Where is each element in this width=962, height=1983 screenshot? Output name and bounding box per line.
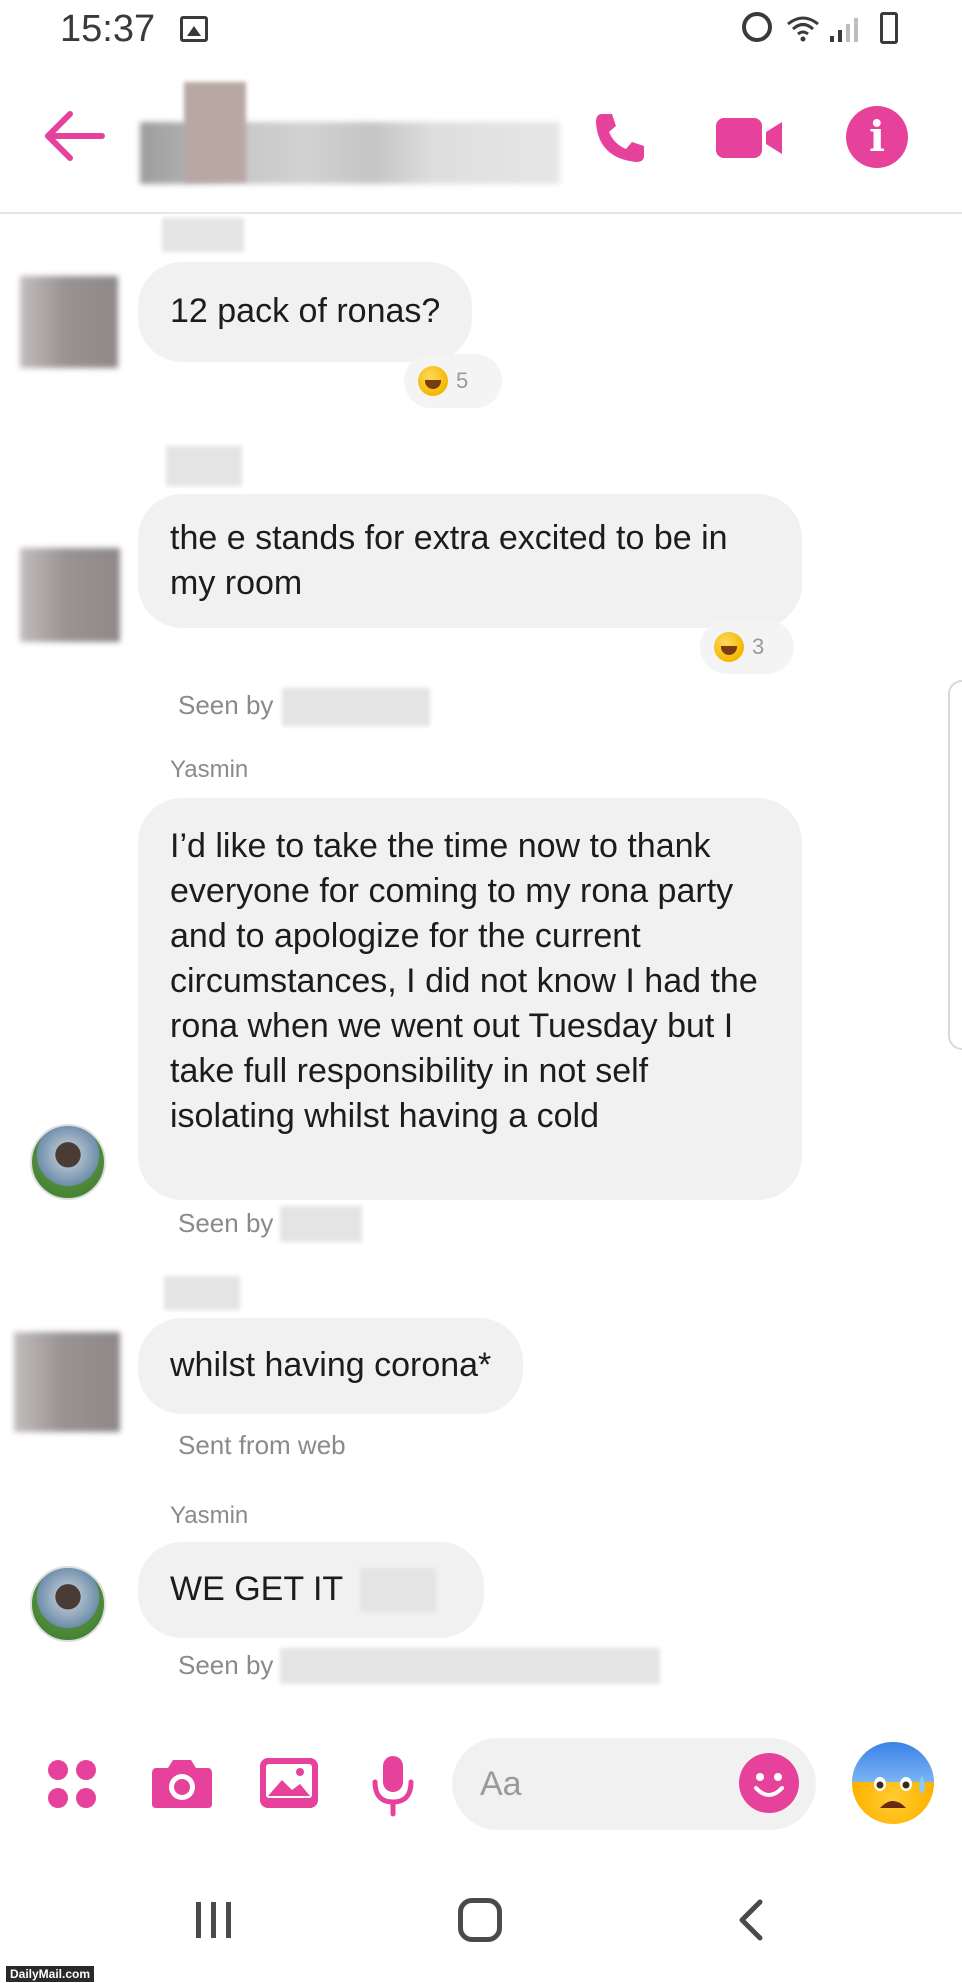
back-arrow-icon[interactable]	[40, 108, 108, 164]
reaction-count: 5	[456, 368, 469, 393]
message-bubble[interactable]: the e stands for extra excited to be in …	[138, 494, 802, 628]
seen-by-names-redacted	[282, 688, 430, 726]
conversation-avatar-redacted	[184, 82, 246, 182]
camera-icon[interactable]	[150, 1758, 214, 1810]
mention-redacted	[360, 1568, 436, 1612]
message-bubble[interactable]: whilst having corona*	[138, 1318, 524, 1414]
back-chevron-icon[interactable]	[736, 1898, 766, 1942]
phone-icon[interactable]	[590, 108, 650, 168]
sender-name: Yasmin	[170, 1502, 249, 1529]
image-icon[interactable]	[258, 1756, 320, 1810]
emoji-smile-icon[interactable]	[738, 1752, 800, 1814]
anxious-face-emoji[interactable]	[852, 1742, 934, 1824]
scrollbar-handle[interactable]	[948, 680, 962, 1050]
seen-by-names-redacted	[280, 1206, 362, 1242]
gallery-notification-icon	[180, 16, 208, 42]
microphone-icon[interactable]	[370, 1754, 416, 1818]
seen-by-label: Seen by	[178, 1650, 274, 1680]
watermark: DailyMail.com	[6, 1966, 95, 1982]
sender-avatar[interactable]	[30, 1124, 106, 1200]
laughing-face-emoji-icon	[714, 632, 744, 662]
signal-icon	[830, 18, 858, 42]
message-reaction[interactable]: 5	[404, 354, 502, 408]
seen-by-label: Seen by	[178, 1208, 274, 1238]
alarm-icon	[742, 12, 772, 42]
battery-icon	[880, 12, 898, 44]
message-bubble[interactable]: 12 pack of ronas?	[138, 262, 473, 362]
recent-apps-icon[interactable]	[192, 1900, 236, 1940]
seen-by-names-redacted	[280, 1648, 660, 1684]
home-icon[interactable]	[458, 1898, 502, 1942]
avatar-redacted	[14, 1332, 120, 1432]
apps-grid-icon[interactable]	[48, 1760, 100, 1812]
video-camera-icon[interactable]	[716, 116, 784, 160]
sender-avatar[interactable]	[30, 1566, 106, 1642]
avatar-redacted	[20, 276, 118, 368]
info-icon[interactable]: i	[846, 106, 908, 168]
message-bubble[interactable]: I’d like to take the time now to thank e…	[138, 798, 802, 1200]
message-text: WE GET IT	[170, 1570, 344, 1608]
avatar-redacted	[20, 548, 120, 642]
reaction-count: 3	[752, 634, 765, 659]
laughing-face-emoji-icon	[418, 366, 448, 396]
message-status: Sent from web	[178, 1430, 346, 1460]
seen-by-label: Seen by	[178, 690, 274, 720]
sender-name-redacted	[162, 218, 244, 252]
message-reaction[interactable]: 3	[700, 620, 794, 674]
sender-name-redacted	[164, 1276, 240, 1310]
sender-name-redacted	[166, 446, 242, 486]
wifi-icon	[787, 16, 819, 42]
sender-name: Yasmin	[170, 756, 249, 783]
status-time: 15:37	[60, 8, 156, 50]
